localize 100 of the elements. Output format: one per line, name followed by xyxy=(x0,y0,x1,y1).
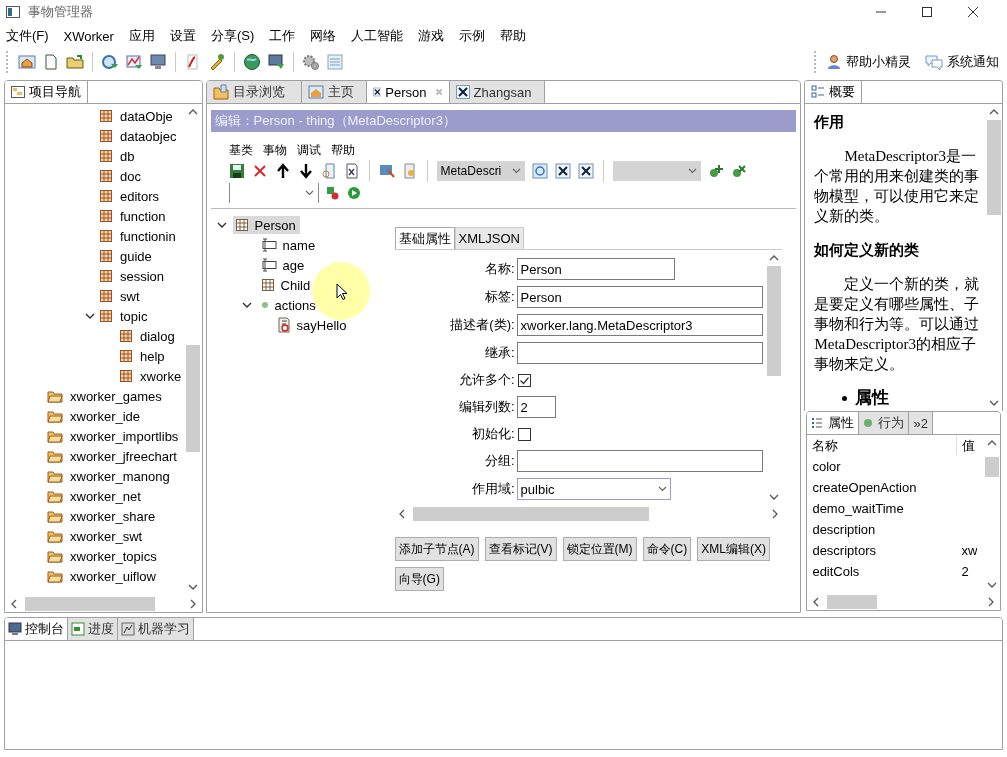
tree-item[interactable]: xworker_share xyxy=(70,508,156,524)
panel-tab[interactable]: 控制台 xyxy=(5,618,68,640)
folder-icon[interactable] xyxy=(66,53,84,71)
scroll-right-icon[interactable] xyxy=(189,598,196,609)
tree-item[interactable]: xworker_swt xyxy=(70,528,143,544)
tree-item[interactable]: swt xyxy=(120,288,140,304)
helper-link[interactable]: 帮助小精灵 xyxy=(826,53,911,71)
action-button[interactable]: 向导(G) xyxy=(394,567,444,591)
globe-icon[interactable] xyxy=(243,53,261,71)
close-icon[interactable] xyxy=(967,6,979,18)
menu-item[interactable]: 文件(F) xyxy=(6,27,49,45)
action-button[interactable]: 查看标记(V) xyxy=(484,537,557,561)
menu-item[interactable]: 帮助 xyxy=(500,27,527,45)
descriptor-dropdown[interactable]: MetaDescri xyxy=(436,161,525,181)
scroll-up-icon[interactable] xyxy=(986,440,997,446)
tree-item[interactable]: guide xyxy=(120,248,152,264)
menu-item[interactable]: 网络 xyxy=(310,27,337,45)
form-tab[interactable]: 基础属性 xyxy=(394,227,455,249)
scrollbar-thumb[interactable] xyxy=(986,120,1001,215)
arrow-down-icon[interactable] xyxy=(297,163,314,179)
maximize-icon[interactable] xyxy=(921,6,933,18)
tree-node[interactable]: actions xyxy=(258,296,320,314)
thing-icon[interactable] xyxy=(554,163,571,179)
tree-item[interactable]: xworker_jfreechart xyxy=(70,448,177,464)
thing-icon[interactable] xyxy=(577,163,594,179)
monitor-icon[interactable] xyxy=(149,53,167,71)
action-button[interactable]: 添加子节点(A) xyxy=(394,537,479,561)
scroll-left-icon[interactable] xyxy=(11,598,17,609)
tree-item[interactable]: editors xyxy=(120,188,160,204)
save-icon[interactable] xyxy=(228,163,245,179)
expander-icon[interactable] xyxy=(216,220,227,230)
input-field[interactable]: Person xyxy=(516,286,763,308)
tree-item[interactable]: doc xyxy=(120,168,141,184)
editor-tab[interactable]: 目录浏览 xyxy=(206,81,302,103)
scroll-down-icon[interactable] xyxy=(988,400,999,406)
scrollbar-thumb[interactable] xyxy=(25,596,155,611)
document-icon[interactable] xyxy=(320,163,337,179)
tree-item[interactable]: xworker_ide xyxy=(70,408,141,424)
clock-icon[interactable] xyxy=(101,53,119,71)
menu-item[interactable]: 游戏 xyxy=(418,27,445,45)
tree-node[interactable]: Child xyxy=(258,276,315,294)
form-tab[interactable]: XMLJSON xyxy=(454,227,524,249)
menu-item[interactable]: 人工智能 xyxy=(351,27,404,45)
input-field[interactable]: 2 xyxy=(516,396,556,418)
action-button[interactable]: 命令(C) xyxy=(642,537,692,561)
input-field[interactable]: Person xyxy=(516,258,675,280)
tree-item[interactable]: db xyxy=(120,148,135,164)
menu-item[interactable]: 帮助 xyxy=(330,141,355,159)
tree-node[interactable]: name xyxy=(258,236,320,254)
menu-item[interactable]: 示例 xyxy=(459,27,486,45)
scroll-left-icon[interactable] xyxy=(813,596,820,607)
scroll-up-icon[interactable] xyxy=(768,255,779,261)
arrow-up-icon[interactable] xyxy=(274,163,291,179)
panel-tab[interactable]: 行为 xyxy=(859,412,910,434)
refresh-icon[interactable] xyxy=(531,163,548,179)
tree-item[interactable]: dataObje xyxy=(120,108,173,124)
add-icon[interactable] xyxy=(707,163,724,179)
expander-icon[interactable] xyxy=(241,300,252,310)
menu-item[interactable]: 调试 xyxy=(296,141,321,159)
home-icon[interactable] xyxy=(18,53,36,71)
menu-item[interactable]: 事物 xyxy=(262,141,287,159)
tree-node[interactable]: Person xyxy=(232,216,300,234)
remove-icon[interactable] xyxy=(730,163,747,179)
scrollbar-thumb[interactable] xyxy=(984,457,999,477)
scroll-down-icon[interactable] xyxy=(768,494,779,500)
delete-icon[interactable] xyxy=(251,163,268,179)
chart-icon[interactable] xyxy=(125,53,143,71)
scroll-right-icon[interactable] xyxy=(988,596,994,607)
action-button[interactable]: 锁定位置(M) xyxy=(562,537,637,561)
screen-icon[interactable] xyxy=(267,53,285,71)
input-field[interactable] xyxy=(516,342,763,364)
scrollbar-thumb[interactable] xyxy=(827,594,878,609)
stop-debug-icon[interactable] xyxy=(325,186,340,200)
gear-icon[interactable] xyxy=(302,53,320,71)
tree-item[interactable]: topic xyxy=(120,308,148,324)
panel-tab[interactable]: 概要 xyxy=(805,81,863,103)
menu-item[interactable]: 设置 xyxy=(169,27,196,45)
menu-item[interactable]: 分享(S) xyxy=(210,27,255,45)
tree-node[interactable]: age xyxy=(258,256,309,274)
menu-item[interactable]: 应用 xyxy=(128,27,155,45)
tree-item[interactable]: xworker_net xyxy=(70,488,141,504)
tree-item[interactable]: session xyxy=(120,268,165,284)
menu-item[interactable]: 工作 xyxy=(269,27,296,45)
tree-item[interactable]: dialog xyxy=(140,328,175,344)
tree-item[interactable]: help xyxy=(140,348,165,364)
tree-node[interactable]: sayHello xyxy=(274,316,351,334)
panel-tab[interactable]: 项目导航 xyxy=(5,81,88,103)
select-field[interactable]: pulbic xyxy=(516,478,671,500)
scroll-up-icon[interactable] xyxy=(988,109,999,115)
scroll-right-icon[interactable] xyxy=(772,508,779,519)
tree-item[interactable]: functionin xyxy=(120,228,176,244)
panel-tab[interactable]: 机器学习 xyxy=(118,618,194,640)
xml-file-icon[interactable] xyxy=(343,163,360,179)
column-header[interactable]: 名称 xyxy=(807,436,958,455)
tree-item[interactable]: function xyxy=(120,208,166,224)
brush-icon[interactable] xyxy=(208,53,226,71)
column-header[interactable]: 值 xyxy=(957,436,976,455)
editor-tab[interactable]: 主页 xyxy=(301,81,367,103)
scrollbar-thumb[interactable] xyxy=(186,345,201,452)
panel-tab[interactable]: 进度 xyxy=(68,618,118,640)
